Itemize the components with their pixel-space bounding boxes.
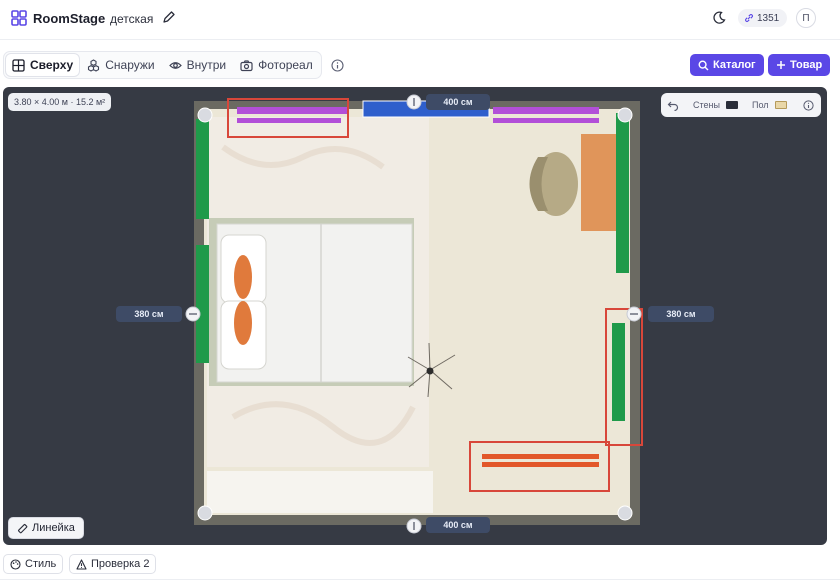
- check-button[interactable]: Проверка 2: [69, 554, 157, 574]
- tab-top[interactable]: Сверху: [6, 54, 80, 76]
- tab-label: Снаружи: [105, 58, 155, 72]
- user-avatar[interactable]: П: [796, 8, 816, 28]
- window-right-lower[interactable]: [612, 323, 625, 421]
- view-tabs: Сверху Снаружи Внутри Фотореал: [3, 51, 322, 79]
- ruler-icon: [17, 523, 28, 533]
- orange-cushion-1[interactable]: [234, 255, 252, 299]
- floorplan-canvas[interactable]: 3.80 × 4.00 м · 15.2 м² Стены Пол 400 см…: [3, 87, 827, 545]
- window-left-bottom[interactable]: [196, 245, 209, 363]
- tab-label: Внутри: [186, 58, 227, 72]
- tab-photoreal[interactable]: Фотореал: [234, 54, 319, 76]
- shelf-left[interactable]: [237, 107, 347, 114]
- shelf-right-bar[interactable]: [493, 118, 599, 123]
- style-button[interactable]: Стиль: [3, 554, 64, 574]
- info-icon[interactable]: [331, 59, 344, 72]
- shelf-right[interactable]: [493, 107, 599, 114]
- eye-icon: [168, 61, 182, 69]
- desk[interactable]: [581, 134, 617, 231]
- plant-pot[interactable]: [426, 367, 434, 375]
- plus-icon: [777, 61, 785, 69]
- add-product-label: Товар: [790, 59, 823, 71]
- app-brand[interactable]: RoomStage: [33, 11, 105, 26]
- catalog-label: Каталог: [713, 59, 756, 71]
- logo-grid-icon[interactable]: [11, 10, 27, 26]
- dim-bottom[interactable]: 400 см: [426, 517, 490, 533]
- bottom-bar: Стиль Проверка 2: [0, 552, 840, 588]
- tab-outside[interactable]: Снаружи: [81, 54, 160, 76]
- edit-pencil-icon[interactable]: [162, 10, 176, 24]
- points-value: 1351: [757, 12, 780, 24]
- radiator-bar-1[interactable]: [482, 454, 599, 459]
- shelf-left-bar[interactable]: [237, 118, 341, 123]
- palette-icon: [10, 558, 21, 570]
- view-toolbar: Сверху Снаружи Внутри Фотореал Каталог Т…: [0, 42, 840, 86]
- dim-top[interactable]: 400 см: [426, 94, 490, 110]
- add-product-button[interactable]: Товар: [768, 54, 831, 76]
- warning-icon: [76, 558, 87, 570]
- bottom-divider: [0, 579, 840, 580]
- camera-icon: [240, 59, 253, 71]
- check-label: Проверка 2: [91, 558, 150, 570]
- ruler-label: Линейка: [32, 522, 75, 534]
- room-name: детская: [110, 12, 154, 26]
- window-right-top[interactable]: [616, 113, 629, 273]
- app-header: RoomStage детская 1351 П: [0, 0, 840, 40]
- cubes-icon: [88, 58, 100, 72]
- tab-label: Фотореал: [258, 58, 313, 72]
- grid-icon: [12, 58, 25, 72]
- dim-left[interactable]: 380 см: [116, 306, 182, 322]
- link-icon: [745, 14, 753, 22]
- floor-mat[interactable]: [207, 471, 433, 513]
- ruler-button[interactable]: Линейка: [8, 517, 84, 539]
- radiator-bar-2[interactable]: [482, 462, 599, 467]
- orange-cushion-2[interactable]: [234, 301, 252, 345]
- tab-inside[interactable]: Внутри: [163, 54, 233, 76]
- search-icon: [698, 59, 709, 70]
- style-label: Стиль: [25, 558, 57, 570]
- dim-right[interactable]: 380 см: [648, 306, 714, 322]
- tab-label: Сверху: [30, 58, 74, 72]
- window-left-top[interactable]: [196, 119, 209, 219]
- catalog-button[interactable]: Каталог: [690, 54, 764, 76]
- points-badge[interactable]: 1351: [738, 9, 788, 27]
- theme-moon-icon[interactable]: [712, 11, 726, 25]
